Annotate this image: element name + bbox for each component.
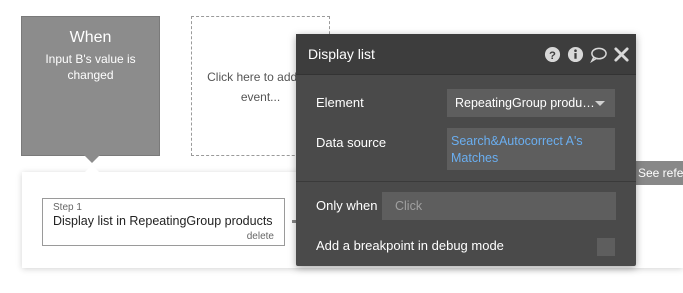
step-title: Display list in RepeatingGroup products xyxy=(53,214,273,228)
element-dropdown[interactable]: RepeatingGroup products xyxy=(447,89,615,117)
data-source-label: Data source xyxy=(316,135,387,150)
only-when-input[interactable] xyxy=(382,192,616,220)
help-circle-icon[interactable]: ? xyxy=(544,46,561,63)
comment-icon[interactable] xyxy=(590,46,607,63)
element-label: Element xyxy=(316,95,364,110)
close-icon[interactable] xyxy=(613,46,630,63)
element-dropdown-value: RepeatingGroup products xyxy=(455,96,595,110)
event-card-pointer xyxy=(84,155,100,163)
step-card[interactable]: Step 1 Display list in RepeatingGroup pr… xyxy=(42,198,285,246)
strip-notch xyxy=(84,165,100,173)
event-description: Input B's value is changed xyxy=(45,52,136,82)
chevron-down-icon xyxy=(595,101,605,106)
panel-header[interactable]: Display list ? xyxy=(296,34,636,75)
event-card[interactable]: When Input B's value is changed xyxy=(21,16,160,163)
data-source-expression[interactable]: Search&Autocorrect A's Matches xyxy=(447,128,615,170)
event-title: When xyxy=(69,29,112,46)
see-reference-label: See reference xyxy=(638,166,683,180)
panel-divider xyxy=(296,181,636,182)
breakpoint-checkbox[interactable] xyxy=(597,238,615,256)
breakpoint-label: Add a breakpoint in debug mode xyxy=(316,238,504,253)
step-delete-link[interactable]: delete xyxy=(247,231,274,242)
only-when-label: Only when xyxy=(316,198,378,213)
panel-title: Display list xyxy=(308,46,375,62)
step-number: Step 1 xyxy=(53,202,82,213)
panel-header-icons: ? xyxy=(544,45,630,63)
svg-text:?: ? xyxy=(549,49,556,61)
info-circle-icon[interactable] xyxy=(567,46,584,63)
